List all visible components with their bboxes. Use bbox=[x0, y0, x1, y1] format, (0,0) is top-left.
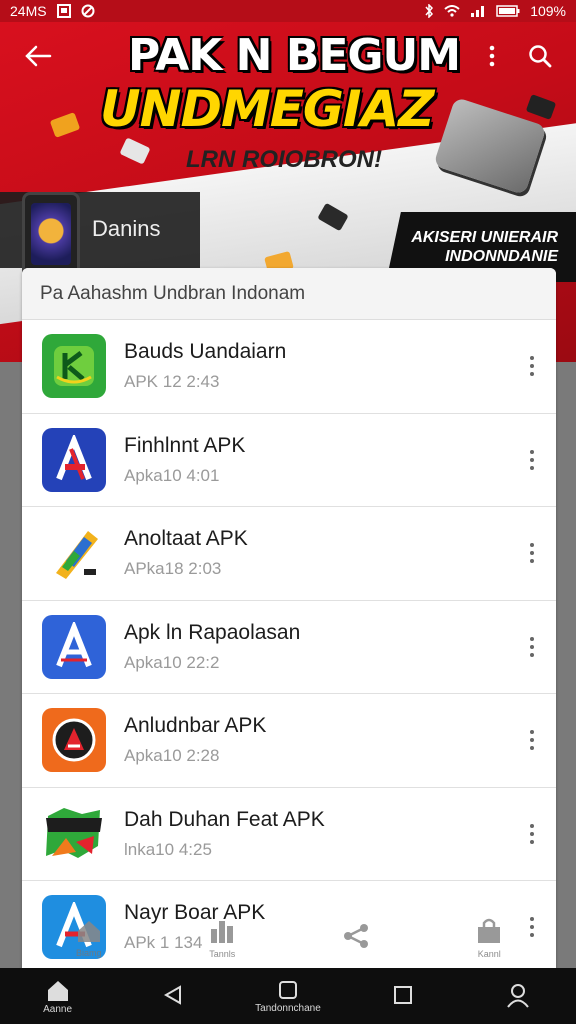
tab-shop-label: Kannl bbox=[477, 949, 501, 959]
signal-icon bbox=[470, 5, 486, 17]
nav-center-label: Tandonnchane bbox=[255, 1002, 321, 1014]
orange-app-icon bbox=[42, 708, 106, 773]
status-left-text: 24MS bbox=[10, 3, 47, 19]
banner-subtitle: LRN ROIOBRON! bbox=[186, 146, 382, 173]
image-icon bbox=[56, 4, 71, 18]
no-sign-icon bbox=[81, 4, 95, 18]
home-icon bbox=[47, 980, 68, 1001]
banner-chip-graphic bbox=[49, 112, 81, 138]
app-meta: Apka10 4:01 bbox=[124, 465, 220, 485]
banner-right-label: AKISERI UNIERAIR INDONNDANIE bbox=[388, 228, 558, 266]
home-icon bbox=[77, 921, 100, 942]
bag-icon bbox=[478, 918, 501, 943]
item-more-button[interactable] bbox=[520, 440, 544, 480]
tab-stats[interactable]: Tannls bbox=[182, 917, 262, 959]
battery-percent: 109% bbox=[530, 3, 566, 19]
list-item[interactable]: Anludnbar APK Apka10 2:28 bbox=[22, 694, 556, 788]
list-item[interactable]: Bauds Uandaiarn APK 12 2:43 bbox=[22, 320, 556, 414]
share-icon bbox=[343, 924, 368, 948]
banner-right-label-line1: AKISERI UNIERAIR bbox=[411, 229, 558, 246]
tab-home-label: Biamg bbox=[75, 948, 102, 958]
square-home-icon bbox=[278, 980, 297, 999]
tab-share[interactable] bbox=[316, 922, 396, 954]
app-name: Bauds Uandaiarn bbox=[124, 340, 287, 364]
item-more-button[interactable] bbox=[520, 627, 544, 667]
app-meta: APka18 2:03 bbox=[124, 559, 222, 579]
nav-center[interactable]: Tandonnchane bbox=[243, 979, 333, 1014]
list-header: Pa Aahashm Undbran Indonam bbox=[22, 268, 556, 320]
green-app-icon bbox=[42, 334, 106, 399]
app-list-card: Pa Aahashm Undbran Indonam Bauds Uandaia… bbox=[22, 268, 556, 968]
banner-phone-graphic bbox=[22, 192, 80, 280]
app-meta: Apka10 22:2 bbox=[124, 652, 220, 672]
app-name: Anoltaat APK bbox=[124, 527, 248, 551]
nav-home-label: Aanne bbox=[43, 1003, 73, 1015]
app-meta: APK 12 2:43 bbox=[124, 372, 220, 392]
search-icon bbox=[529, 45, 552, 68]
user-icon bbox=[507, 984, 530, 1008]
triangle-back-icon bbox=[163, 985, 181, 1005]
item-more-button[interactable] bbox=[520, 720, 544, 760]
banner-chip-graphic bbox=[119, 137, 151, 165]
app-tab-bar: Biamg Tannls Kannl bbox=[22, 908, 556, 968]
banner-left-label: Danins bbox=[92, 216, 161, 241]
more-vertical-icon bbox=[489, 45, 495, 67]
list-item[interactable]: Dah Duhan Feat APK lnka10 4:25 bbox=[22, 788, 556, 881]
app-name: Apk ln Rapaolasan bbox=[124, 620, 301, 644]
tab-home[interactable]: Biamg bbox=[49, 918, 129, 958]
battery-icon bbox=[496, 5, 520, 17]
tab-stats-label: Tannls bbox=[209, 949, 236, 959]
colorful-pen-app-icon bbox=[42, 521, 106, 586]
list-item[interactable]: Apk ln Rapaolasan Apka10 22:2 bbox=[22, 601, 556, 694]
app-name: Finhlnnt APK bbox=[124, 433, 246, 457]
blue-a-app-icon bbox=[42, 427, 106, 492]
tab-shop[interactable]: Kannl bbox=[449, 917, 529, 959]
app-meta: Apka10 2:28 bbox=[124, 746, 220, 766]
app-name: Anludnbar APK bbox=[124, 714, 267, 738]
bluetooth-icon bbox=[424, 4, 434, 18]
list-item[interactable]: Anoltaat APK APka18 2:03 bbox=[22, 507, 556, 601]
app-meta: lnka10 4:25 bbox=[124, 839, 212, 859]
banner-right-label-line2: INDONNDANIE bbox=[445, 248, 558, 265]
nav-back[interactable] bbox=[128, 984, 218, 1008]
app-name: Dah Duhan Feat APK bbox=[124, 807, 325, 831]
banner-title: PAK N BEGUM bbox=[128, 30, 461, 81]
nav-recents[interactable] bbox=[358, 984, 448, 1008]
wifi-icon bbox=[444, 5, 460, 17]
arrow-left-icon bbox=[25, 45, 52, 67]
banner-chip-graphic bbox=[525, 94, 557, 120]
nav-home[interactable]: Aanne bbox=[13, 978, 103, 1015]
nav-profile[interactable] bbox=[473, 982, 563, 1010]
back-button[interactable] bbox=[16, 34, 60, 78]
banner-headline: UNDMEGIAZ bbox=[100, 80, 434, 138]
item-more-button[interactable] bbox=[520, 814, 544, 854]
search-button[interactable] bbox=[518, 34, 562, 78]
map-app-icon bbox=[42, 801, 106, 866]
status-bar: 24MS 109% bbox=[0, 0, 576, 22]
item-more-button[interactable] bbox=[520, 533, 544, 573]
system-nav-bar: Aanne Tandonnchane bbox=[0, 968, 576, 1024]
blue-a-app-icon bbox=[42, 614, 106, 679]
recents-icon bbox=[394, 986, 413, 1004]
more-options-button[interactable] bbox=[470, 34, 514, 78]
item-more-button[interactable] bbox=[520, 346, 544, 386]
list-item[interactable]: Finhlnnt APK Apka10 4:01 bbox=[22, 414, 556, 507]
chart-icon bbox=[211, 921, 234, 943]
